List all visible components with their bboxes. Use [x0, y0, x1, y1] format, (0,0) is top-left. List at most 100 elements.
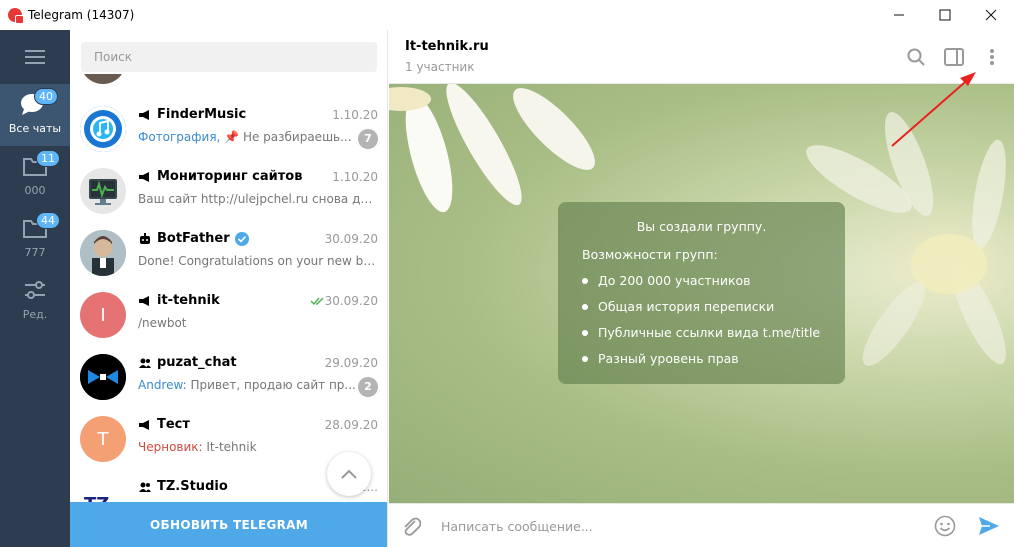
chat-preview: Done! Congratulations on your new bo... [138, 254, 378, 268]
sidebar-toggle-button[interactable] [943, 46, 965, 68]
bot-icon [140, 232, 150, 244]
chat-name: TZ.Studio [157, 479, 228, 494]
channel-icon [139, 171, 149, 182]
telegram-logo-icon [8, 8, 24, 24]
chat-date: 28.09.20 [324, 418, 378, 432]
preview-text: It-tehnik [206, 440, 257, 454]
message-composer [389, 503, 1014, 547]
chat-item-it-tehnik[interactable]: I it-tehnik 30.09.20 /newbot [70, 284, 387, 346]
feature-item: Разный уровень прав [582, 351, 739, 366]
verified-icon [234, 231, 249, 246]
minimize-icon [894, 14, 904, 16]
channel-icon [139, 109, 149, 120]
folders-sidebar: 40 Все чаты 11 000 44 777 Ред. [0, 30, 70, 547]
chat-name: Мониторинг сайтов [157, 169, 303, 184]
chat-date: 30.09.20 [324, 232, 378, 246]
chat-name: it-tehnik [157, 293, 220, 308]
preview-text: 📌 Не разбираешь... [224, 130, 352, 144]
preview-draft-label: Черновик: [138, 440, 207, 454]
unread-badge: 11 [36, 150, 60, 167]
avatar-letter: T [97, 428, 109, 450]
chat-date: 1.10.20 [332, 108, 378, 122]
chat-preview: Черновик: It-tehnik [138, 440, 358, 454]
avatar [80, 230, 126, 276]
folder-777[interactable]: 44 777 [0, 208, 70, 270]
folder-all-chats[interactable]: 40 Все чаты [0, 84, 70, 146]
menu-button[interactable] [0, 30, 70, 84]
maximize-button[interactable] [922, 0, 968, 30]
hamburger-menu-icon [25, 50, 45, 64]
chat-item-puzat-chat[interactable]: puzat_chat 29.09.20 Andrew: Привет, прод… [70, 346, 387, 408]
avatar [80, 354, 126, 400]
chat-date: 29.09.20 [324, 356, 378, 370]
notice-subtitle: Возможности групп: [582, 247, 718, 262]
unread-badge: 44 [36, 212, 60, 229]
chat-title[interactable]: It-tehnik.ru [405, 39, 489, 54]
title-bar: Telegram (14307) [0, 0, 1014, 30]
channel-icon [139, 419, 149, 430]
close-icon [985, 9, 997, 21]
sidebar-panel-icon [944, 48, 964, 66]
avatar-letter: I [100, 304, 106, 326]
edit-filters-icon [25, 281, 45, 299]
message-input[interactable] [441, 514, 921, 538]
chat-item-botfather[interactable]: BotFather 30.09.20 Done! Congratulations… [70, 222, 387, 284]
avatar [80, 168, 126, 214]
feature-item: Публичные ссылки вида t.me/title [582, 325, 820, 340]
folder-000[interactable]: 11 000 [0, 146, 70, 208]
chat-member-count: 1 участник [405, 60, 475, 74]
scroll-to-top-button[interactable] [327, 452, 371, 496]
chat-date: 1.10.20 [332, 170, 378, 184]
unread-badge: 2 [358, 377, 378, 397]
close-button[interactable] [968, 0, 1014, 30]
partial-chat-row [80, 74, 126, 86]
send-button[interactable] [977, 514, 1001, 538]
chat-item-monitoring[interactable]: Мониторинг сайтов 1.10.20 Ваш сайт http:… [70, 160, 387, 222]
search-button[interactable] [905, 46, 927, 68]
chat-name: BotFather [157, 231, 230, 246]
chat-date: 30.09.20 [324, 294, 378, 308]
more-vertical-icon [990, 49, 994, 65]
chat-name: FinderMusic [157, 107, 247, 122]
chat-preview: Ваш сайт http://ulejpchel.ru снова дос..… [138, 192, 378, 206]
avatar: I [80, 292, 126, 338]
preview-sender: Фотография, [138, 130, 225, 144]
preview-text: Привет, продаю сайт пр... [190, 378, 356, 392]
avatar: T [80, 416, 126, 462]
chevron-up-icon [341, 469, 357, 479]
send-icon [979, 517, 999, 535]
unread-badge: 7 [358, 129, 378, 149]
group-icon [139, 358, 151, 368]
group-created-notice: Вы создали группу. Возможности групп: До… [558, 202, 845, 384]
folder-label: 777 [24, 246, 46, 259]
channel-icon [139, 295, 149, 306]
chat-preview: Andrew: Привет, продаю сайт пр... [138, 378, 358, 392]
emoji-icon [934, 515, 956, 537]
folder-label: Ред. [22, 308, 48, 321]
update-telegram-button[interactable]: ОБНОВИТЬ TELEGRAM [70, 502, 387, 547]
chat-preview: Фотография, 📌 Не разбираешь... [138, 130, 358, 144]
attach-button[interactable] [399, 514, 423, 538]
preview-sender: Andrew: [138, 378, 191, 392]
notice-title: Вы создали группу. [636, 219, 767, 234]
feature-item: Общая история переписки [582, 299, 774, 314]
folder-label: 000 [24, 184, 46, 197]
search-input[interactable] [81, 42, 377, 72]
chat-item-findermusic[interactable]: FinderMusic 1.10.20 Фотография, 📌 Не раз… [70, 98, 387, 160]
chat-name: puzat_chat [157, 355, 237, 370]
group-icon [139, 482, 151, 492]
emoji-button[interactable] [933, 514, 957, 538]
search-icon [907, 48, 925, 66]
feature-item: До 200 000 участников [582, 273, 751, 288]
paperclip-icon [404, 517, 421, 536]
unread-badge: 40 [34, 88, 58, 105]
chat-preview: /newbot [138, 316, 187, 330]
maximize-icon [939, 9, 951, 21]
minimize-button[interactable] [876, 0, 922, 30]
folder-label: Все чаты [8, 122, 62, 135]
chat-name: Тест [157, 417, 190, 432]
folder-edit[interactable]: Ред. [0, 270, 70, 332]
more-options-button[interactable] [981, 46, 1003, 68]
annotation-arrow [891, 72, 976, 147]
avatar [80, 106, 126, 152]
